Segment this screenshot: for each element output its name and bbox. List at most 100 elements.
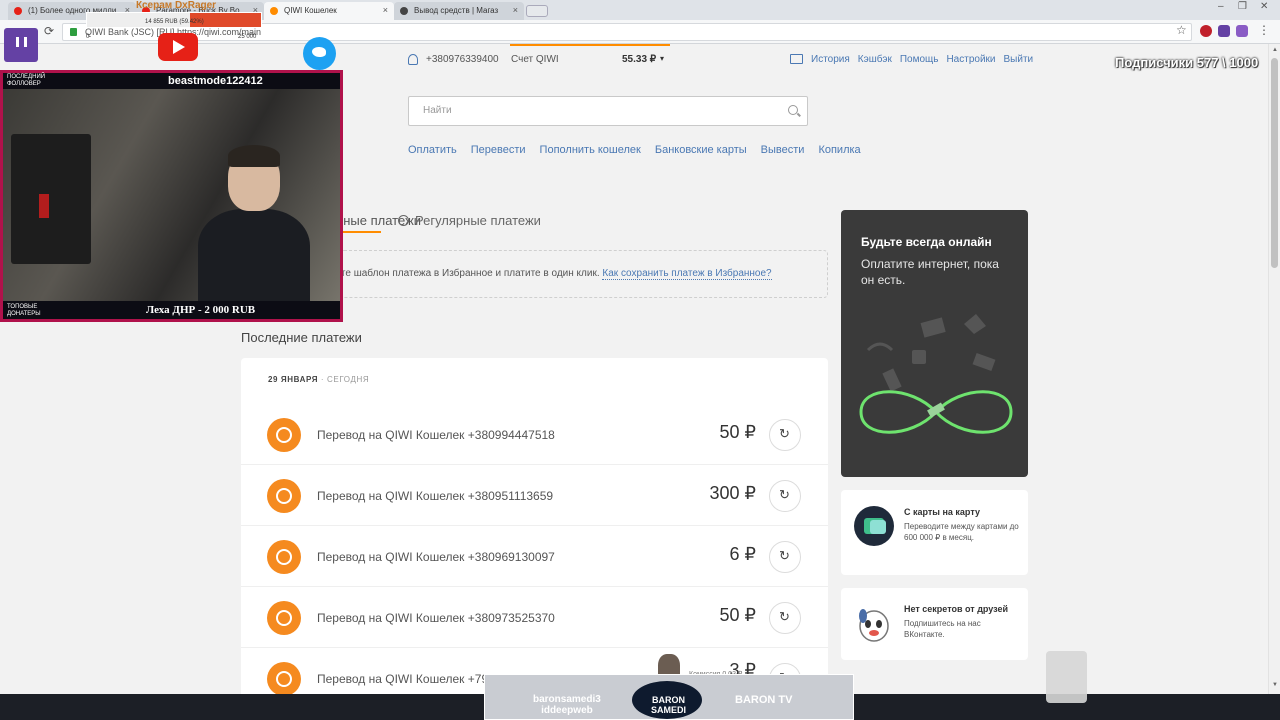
- streamer-hair: [228, 145, 280, 167]
- bookmark-star-icon[interactable]: ☆: [1176, 23, 1187, 37]
- browser-tab-withdraw[interactable]: Вывод средств | Магаз ×: [394, 2, 524, 20]
- promo-internet[interactable]: Будьте всегда онлайн Оплатите интернет, …: [841, 210, 1028, 477]
- pc-case: [11, 134, 91, 264]
- help-link[interactable]: Помощь: [900, 54, 939, 65]
- history-link[interactable]: История: [811, 54, 850, 65]
- last-follower-label: ПОСЛЕДНИЙ ФОЛЛОВЕР: [7, 74, 46, 87]
- scrollbar-thumb[interactable]: [1271, 58, 1278, 268]
- tab-regular-payments[interactable]: Регулярные платежи: [398, 213, 541, 228]
- user-icon: [408, 54, 418, 65]
- stream-channel-name: BARON TV: [735, 694, 793, 706]
- recycle-bin-icon[interactable]: [1046, 651, 1087, 703]
- promo-card-to-card[interactable]: С карты на карту Переводите между картам…: [841, 490, 1028, 575]
- tab-regular-label: Регулярные платежи: [415, 213, 541, 228]
- twitch-extension-icon[interactable]: [1218, 25, 1230, 37]
- repeat-payment-button[interactable]: [769, 602, 801, 634]
- browser-menu-icon[interactable]: ⋮: [1258, 23, 1270, 37]
- top-donators-label: ТОПОВЫЕ ДОНАТЕРЫ: [7, 304, 41, 317]
- cashback-link[interactable]: Кэшбэк: [858, 54, 892, 65]
- close-icon[interactable]: ×: [383, 5, 388, 15]
- stream-logo-text: BARON SAMEDI: [651, 695, 687, 715]
- search-placeholder: Найти: [423, 105, 452, 116]
- donation-goal-amount: 14 855 RUB (59.42%): [145, 19, 204, 25]
- qiwi-icon: [267, 601, 301, 635]
- new-tab-button[interactable]: [526, 5, 548, 17]
- promo-card-text: Переводите между картами до 600 000 ₽ в …: [904, 522, 1019, 542]
- hint-text: Сохраните шаблон платежа в Избранное и п…: [301, 268, 603, 279]
- nav-piggybank[interactable]: Копилка: [818, 144, 860, 156]
- payment-description: Перевод на QIWI Кошелек +380994447518: [317, 428, 555, 442]
- streamer: [198, 145, 310, 301]
- payment-description: Перевод на QIWI Кошелек +380973525370: [317, 611, 555, 625]
- nav-topup[interactable]: Пополнить кошелек: [540, 144, 641, 156]
- infinity-cable-icon: [859, 314, 1013, 434]
- repeat-payment-button[interactable]: [769, 419, 801, 451]
- qiwi-icon: [267, 540, 301, 574]
- close-icon[interactable]: ×: [513, 5, 518, 15]
- nav-bank-cards[interactable]: Банковские карты: [655, 144, 747, 156]
- promo-text: Оплатите интернет, пока он есть.: [861, 257, 999, 287]
- opera-extension-icon[interactable]: [1200, 25, 1212, 37]
- promo-card-text: Подпишитесь на нас ВКонтакте.: [904, 619, 981, 639]
- promo-vk[interactable]: Нет секретов от друзей Подпишитесь на на…: [841, 588, 1028, 660]
- payment-row[interactable]: Перевод на QIWI Кошелек +380969130097 6 …: [241, 526, 828, 587]
- search-icon[interactable]: [788, 105, 798, 115]
- youtube-favicon-icon: [14, 7, 22, 15]
- payment-amount: 300 ₽: [709, 483, 757, 503]
- user-phone: +380976339400: [426, 54, 499, 65]
- qiwi-icon: [267, 662, 301, 694]
- active-tab-underline: [340, 231, 381, 233]
- header-accent-line: [510, 44, 670, 46]
- last-follower-name: beastmode122412: [168, 75, 263, 87]
- top-donator-name: Леха ДНР - 2 000 RUB: [146, 304, 256, 316]
- browser-tab-qiwi[interactable]: QIWI Кошелек ×: [264, 2, 394, 20]
- last-follower-bar: ПОСЛЕДНИЙ ФОЛЛОВЕР beastmode122412: [3, 73, 340, 89]
- account-balance[interactable]: 55.33 ₽: [622, 54, 656, 65]
- shop-favicon-icon: [400, 7, 408, 15]
- chevron-down-icon[interactable]: ▾: [660, 54, 664, 63]
- payment-row[interactable]: Перевод на QIWI Кошелек +380951113659 30…: [241, 465, 828, 526]
- logout-link[interactable]: Выйти: [1004, 54, 1034, 65]
- payment-amount: 6 ₽: [729, 544, 756, 564]
- mail-icon[interactable]: [790, 54, 803, 64]
- qiwi-icon: [267, 479, 301, 513]
- clock-icon: [398, 215, 409, 226]
- lock-icon: [70, 28, 77, 36]
- donation-goal-title: Ксерам DxRager: [136, 0, 217, 11]
- date-label: 29 ЯНВАРЯ: [268, 375, 319, 384]
- search-input[interactable]: Найти: [408, 96, 808, 126]
- stream-channels: baronsamedi3 iddeepweb: [533, 694, 601, 716]
- account-label: Счет QIWI: [511, 54, 559, 65]
- close-window-button[interactable]: ✕: [1260, 1, 1268, 12]
- qiwi-icon: [267, 418, 301, 452]
- scroll-down-icon[interactable]: ▼: [1272, 682, 1278, 688]
- user-account[interactable]: +380976339400: [408, 54, 499, 65]
- twitter-logo-icon: [303, 37, 336, 70]
- date-header: 29 ЯНВАРЯ · СЕГОДНЯ: [268, 375, 369, 384]
- scroll-up-icon[interactable]: ▲: [1272, 47, 1278, 53]
- payment-row[interactable]: Перевод на QIWI Кошелек +380994447518 50…: [241, 404, 828, 465]
- payment-row[interactable]: Перевод на QIWI Кошелек +380973525370 50…: [241, 587, 828, 648]
- webcam-overlay: ПОСЛЕДНИЙ ФОЛЛОВЕР beastmode122412 ТОПОВ…: [0, 70, 343, 322]
- nav-pay[interactable]: Оплатить: [408, 144, 457, 156]
- nav-transfer[interactable]: Перевести: [471, 144, 526, 156]
- tab-label: QIWI Кошелек: [284, 6, 337, 15]
- payment-amount: 50 ₽: [719, 605, 756, 625]
- top-donators-bar: ТОПОВЫЕ ДОНАТЕРЫ Леха ДНР - 2 000 RUB: [3, 301, 340, 319]
- card-transfer-icon: [854, 506, 894, 546]
- how-to-save-link[interactable]: Как сохранить платеж в Избранное?: [602, 268, 772, 280]
- donation-goal-max: 25 000: [238, 34, 257, 40]
- repeat-payment-button[interactable]: [769, 541, 801, 573]
- settings-link[interactable]: Настройки: [946, 54, 995, 65]
- nav-withdraw[interactable]: Вывести: [761, 144, 805, 156]
- twitch-extension-icon[interactable]: [1236, 25, 1248, 37]
- scrollbar[interactable]: ▲ ▼: [1268, 44, 1280, 694]
- repeat-payment-button[interactable]: [769, 480, 801, 512]
- recent-payments-list: 29 ЯНВАРЯ · СЕГОДНЯ Перевод на QIWI Коше…: [241, 358, 828, 694]
- maximize-button[interactable]: ❐: [1238, 1, 1247, 12]
- minimize-button[interactable]: –: [1218, 1, 1224, 12]
- reload-icon[interactable]: ⟳: [44, 24, 54, 38]
- recent-payments-title: Последние платежи: [241, 330, 362, 345]
- header-links: История Кэшбэк Помощь Настройки Выйти: [811, 54, 1033, 65]
- donation-goal-min: 0: [86, 34, 90, 40]
